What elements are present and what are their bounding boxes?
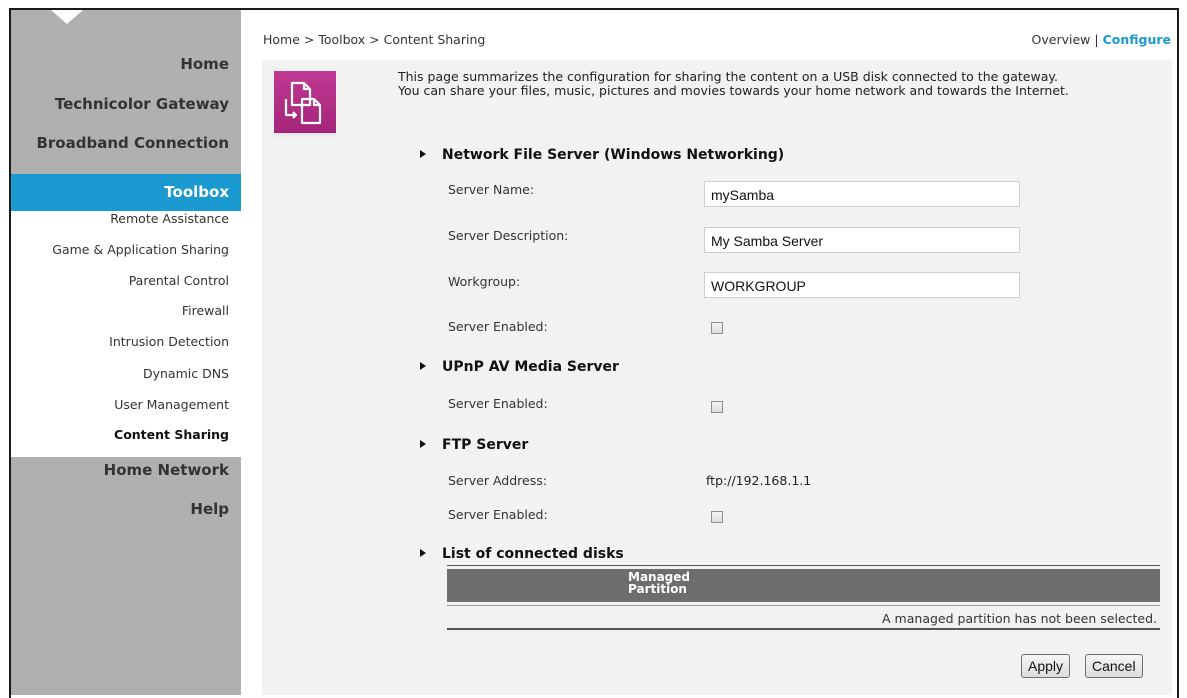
nfs-server-enabled-checkbox[interactable] (711, 322, 723, 334)
upnp-server-enabled-label: Server Enabled: (448, 396, 548, 411)
ftp-server-address-label: Server Address: (448, 473, 547, 488)
server-description-input[interactable]: My Samba Server (704, 227, 1020, 253)
server-name-input[interactable]: mySamba (704, 181, 1020, 207)
table-bottom-rule (447, 628, 1160, 630)
intro-line-2: You can share your files, music, picture… (398, 83, 1069, 98)
subnav-item-user-management[interactable]: User Management (114, 397, 229, 412)
apply-button[interactable]: Apply (1021, 654, 1071, 678)
sidebar-item-help[interactable]: Help (190, 500, 229, 518)
subnav-item-content-sharing[interactable]: Content Sharing (114, 427, 229, 442)
workgroup-input[interactable]: WORKGROUP (704, 272, 1020, 298)
section-title: Network File Server (Windows Networking) (442, 147, 785, 163)
subnav-item-firewall[interactable]: Firewall (182, 303, 229, 318)
ftp-server-enabled-label: Server Enabled: (448, 507, 548, 522)
intro-line-1: This page summarizes the configuration f… (398, 69, 1058, 84)
view-switch-separator: | (1094, 32, 1099, 47)
ftp-server-address-value: ftp://192.168.1.1 (706, 473, 812, 488)
expand-triangle-icon (420, 440, 426, 448)
expand-triangle-icon (420, 362, 426, 370)
upnp-server-enabled-checkbox[interactable] (711, 401, 723, 413)
configure-link[interactable]: Configure (1103, 32, 1171, 47)
ftp-server-enabled-checkbox[interactable] (711, 511, 723, 523)
subnav-item-parental-control[interactable]: Parental Control (129, 273, 229, 288)
breadcrumb: Home > Toolbox > Content Sharing (263, 32, 486, 47)
nfs-server-enabled-label: Server Enabled: (448, 319, 548, 334)
section-title: FTP Server (442, 437, 529, 453)
no-partition-message: A managed partition has not been selecte… (882, 611, 1157, 626)
icon-reflection (274, 133, 336, 139)
section-ftp-server[interactable]: FTP Server (420, 437, 528, 453)
intro-text: This page summarizes the configuration f… (398, 70, 1069, 98)
section-title: List of connected disks (442, 546, 624, 562)
sidebar-subnav: Remote Assistance Game & Application Sha… (11, 211, 241, 457)
server-name-label: Server Name: (448, 182, 535, 197)
sidebar-notch (51, 10, 83, 24)
subnav-item-intrusion-detection[interactable]: Intrusion Detection (109, 334, 229, 349)
column-header-managed-partition: Managed Partition (628, 571, 690, 595)
section-connected-disks[interactable]: List of connected disks (420, 546, 624, 562)
overview-link[interactable]: Overview (1032, 32, 1091, 47)
subnav-item-remote-assistance[interactable]: Remote Assistance (110, 211, 229, 226)
section-upnp-av-media-server[interactable]: UPnP AV Media Server (420, 359, 619, 375)
expand-triangle-icon (420, 549, 426, 557)
view-switch: Overview | Configure (1032, 32, 1171, 47)
table-separator (447, 605, 1160, 606)
subnav-item-game-application-sharing[interactable]: Game & Application Sharing (52, 242, 229, 257)
workgroup-label: Workgroup: (448, 274, 521, 289)
section-network-file-server[interactable]: Network File Server (Windows Networking) (420, 147, 784, 163)
server-description-label: Server Description: (448, 228, 569, 243)
subnav-item-dynamic-dns[interactable]: Dynamic DNS (143, 366, 229, 381)
sidebar-item-broadband-connection[interactable]: Broadband Connection (36, 134, 229, 152)
section-title: UPnP AV Media Server (442, 359, 619, 375)
sidebar-item-toolbox-label: Toolbox (164, 183, 229, 201)
content-sharing-icon (274, 71, 336, 133)
sidebar-item-toolbox[interactable]: Toolbox (11, 174, 241, 211)
disks-table-header: Managed Partition (447, 569, 1160, 602)
table-top-rule (447, 565, 1160, 566)
expand-triangle-icon (420, 150, 426, 158)
sidebar: Home Technicolor Gateway Broadband Conne… (11, 10, 241, 695)
sidebar-item-home-network[interactable]: Home Network (104, 461, 229, 479)
sidebar-item-home[interactable]: Home (180, 55, 229, 73)
cancel-button[interactable]: Cancel (1085, 654, 1143, 678)
sidebar-item-technicolor-gateway[interactable]: Technicolor Gateway (55, 95, 229, 113)
column-header-line-2: Partition (628, 582, 687, 596)
